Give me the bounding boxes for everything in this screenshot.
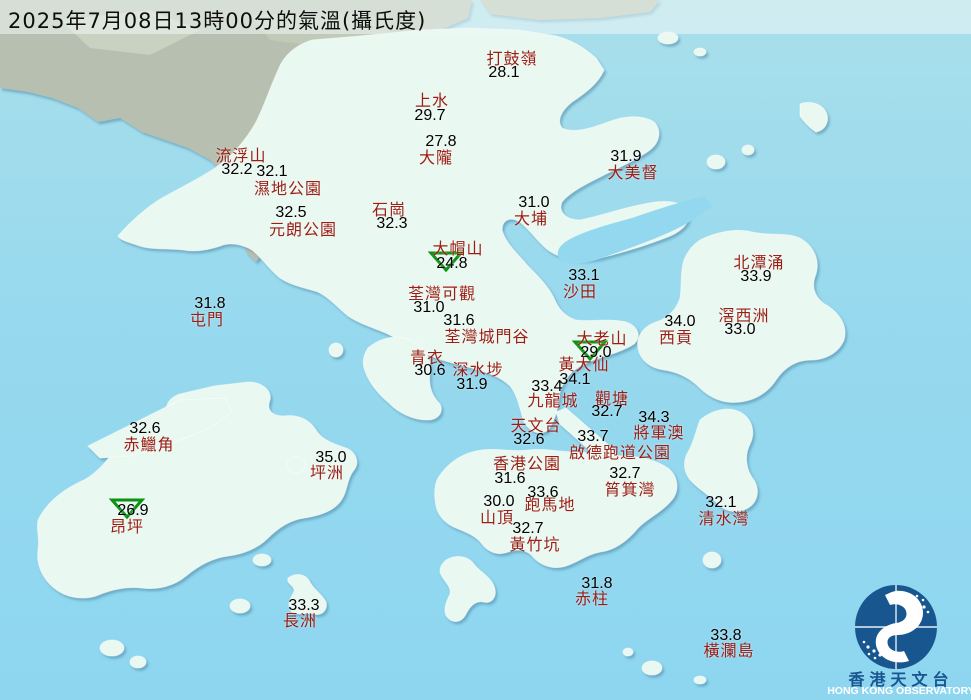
hei-ling-chau [253, 554, 271, 566]
tung-lung-chau [703, 552, 721, 568]
grass-island [742, 145, 754, 155]
islet-2 [694, 676, 706, 684]
po-toi [642, 661, 662, 675]
logo-captions: 香港天文台 HONG KONG OBSERVATORY [836, 566, 966, 698]
logo-text-english: HONG KONG OBSERVATORY [824, 685, 971, 697]
map-canvas [0, 0, 971, 700]
tap-mun [707, 155, 725, 169]
page-title: 2025年7月08日13時00分的氣溫(攝氏度) [8, 5, 426, 35]
soko-islands [100, 640, 124, 656]
hk-temperature-map: 打鼓嶺28.1上水29.7大隴27.8流浮山32.2濕地公園32.1元朗公園32… [0, 0, 971, 700]
ma-wan [329, 343, 343, 357]
islet-1 [623, 648, 633, 656]
peng-chau [287, 457, 305, 473]
soko-islands-2 [130, 656, 146, 668]
shek-kwu-chau [230, 599, 250, 613]
ap-chau [694, 48, 706, 56]
